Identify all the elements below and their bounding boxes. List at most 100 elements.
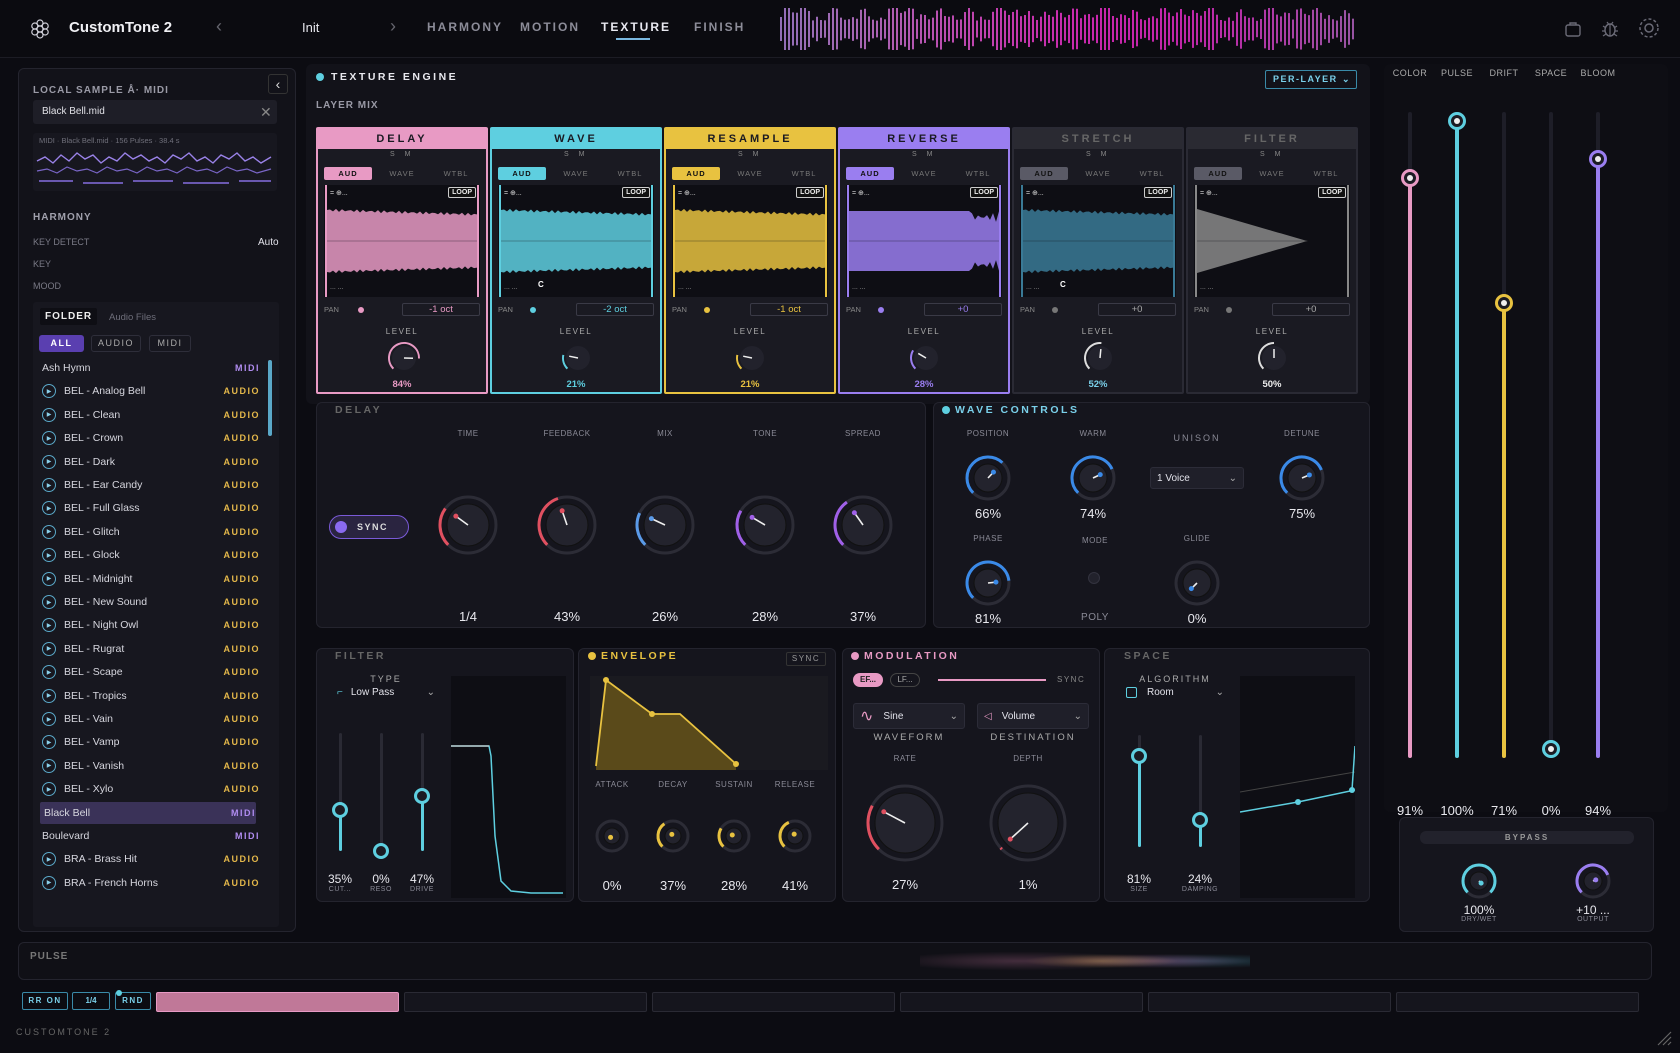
play-icon[interactable]: ▶ (42, 524, 56, 539)
destination-dropdown[interactable]: ◁ Volume ⌄ (977, 703, 1089, 729)
mode-wtbl[interactable]: WTBL (606, 167, 654, 180)
envelope-release-knob[interactable] (777, 818, 813, 854)
octave-field[interactable]: +0 (1272, 303, 1350, 316)
filter-slider-thumb[interactable] (373, 843, 389, 859)
warm-knob[interactable] (1069, 454, 1117, 502)
detune-knob[interactable] (1278, 454, 1326, 502)
tab-audio-files[interactable]: Audio Files (109, 312, 156, 323)
position-knob[interactable] (964, 454, 1012, 502)
play-icon[interactable]: ▶ (42, 688, 56, 703)
macro-pulse-thumb[interactable] (1448, 112, 1466, 130)
list-item[interactable]: ▶ BRA - French Horns AUDIO (42, 872, 260, 894)
mode-wtbl[interactable]: WTBL (780, 167, 828, 180)
level-knob[interactable] (735, 341, 769, 375)
list-item[interactable]: ▶ BEL - Glock AUDIO (42, 544, 260, 566)
macro-color-thumb[interactable] (1401, 168, 1419, 187)
layer-card-delay[interactable]: DELAY S M AUD WAVE WTBL = ⊕...... ... LOOP PAN -1… (316, 127, 488, 394)
macro-space-thumb[interactable] (1542, 740, 1560, 758)
envelope-attack-knob[interactable] (594, 818, 630, 854)
tab-harmony[interactable]: HARMONY (427, 20, 503, 34)
play-icon[interactable]: ▶ (42, 384, 56, 399)
play-icon[interactable]: ▶ (42, 875, 56, 890)
play-icon[interactable]: ▶ (42, 454, 56, 469)
list-item[interactable]: ▶ BEL - Dark AUDIO (42, 451, 260, 473)
mode-wave[interactable]: WAVE (1074, 167, 1122, 180)
play-icon[interactable]: ▶ (42, 548, 56, 563)
loop-button[interactable]: LOOP (1318, 187, 1346, 198)
list-item[interactable]: ▶ BEL - Glitch AUDIO (42, 521, 260, 543)
mode-wave[interactable]: WAVE (552, 167, 600, 180)
delay-mix-knob[interactable] (634, 494, 696, 556)
mute-button[interactable]: M (753, 151, 759, 158)
pan-dot[interactable] (530, 307, 536, 313)
play-icon[interactable]: ▶ (42, 782, 56, 797)
preset-name[interactable]: Init (302, 20, 319, 35)
list-item[interactable]: ▶ BEL - Xylo AUDIO (42, 778, 260, 800)
envelope-decay-knob[interactable] (655, 818, 691, 854)
mode-aud[interactable]: AUD (324, 167, 372, 180)
list-item[interactable]: ▶ BEL - New Sound AUDIO (42, 591, 260, 613)
pulse-step[interactable] (900, 992, 1143, 1012)
mode-aud[interactable]: AUD (846, 167, 894, 180)
octave-field[interactable]: -1 oct (402, 303, 480, 316)
pan-dot[interactable] (1226, 307, 1232, 313)
list-item[interactable]: Boulevard MIDI (42, 825, 260, 847)
resize-grip-icon[interactable] (1654, 1028, 1672, 1046)
tab-folder[interactable]: FOLDER (40, 308, 98, 325)
pan-dot[interactable] (878, 307, 884, 313)
solo-button[interactable]: S (912, 151, 917, 158)
list-item[interactable]: Ash Hymn MIDI (42, 357, 260, 379)
tab-texture[interactable]: TEXTURE (601, 20, 671, 34)
loop-button[interactable]: LOOP (970, 187, 998, 198)
level-knob[interactable] (387, 341, 421, 375)
mute-button[interactable]: M (405, 151, 411, 158)
mode-wtbl[interactable]: WTBL (1128, 167, 1176, 180)
mute-button[interactable]: M (1275, 151, 1281, 158)
macro-space-track[interactable] (1549, 112, 1553, 758)
delay-tone-knob[interactable] (734, 494, 796, 556)
mode-aud[interactable]: AUD (1020, 167, 1068, 180)
level-knob[interactable] (1083, 341, 1117, 375)
play-icon[interactable]: ▶ (42, 665, 56, 680)
play-icon[interactable]: ▶ (42, 852, 56, 867)
list-item[interactable]: ▶ BEL - Vamp AUDIO (42, 731, 260, 753)
pulse-step[interactable] (1148, 992, 1391, 1012)
filter-all[interactable]: ALL (39, 335, 84, 352)
mode-wave[interactable]: WAVE (1248, 167, 1296, 180)
filter-slider-thumb[interactable] (332, 801, 348, 818)
next-preset-button[interactable]: › (390, 16, 396, 37)
solo-button[interactable]: S (564, 151, 569, 158)
solo-button[interactable]: S (390, 151, 395, 158)
list-item[interactable]: ▶ BEL - Crown AUDIO (42, 427, 260, 449)
filter-slider-track[interactable] (380, 733, 383, 851)
play-icon[interactable]: ▶ (42, 712, 56, 726)
layer-card-resample[interactable]: RESAMPLE S M AUD WAVE WTBL = ⊕...... ... LOOP PA… (664, 127, 836, 394)
play-icon[interactable]: ▶ (42, 407, 56, 422)
loop-button[interactable]: LOOP (1144, 187, 1172, 198)
layer-card-wave[interactable]: WAVE S M AUD WAVE WTBL = ⊕...... ... LOOP C PAN -2… (490, 127, 662, 394)
pan-dot[interactable] (358, 307, 364, 313)
play-icon[interactable]: ▶ (42, 735, 56, 750)
mode-wave[interactable]: WAVE (378, 167, 426, 180)
list-item[interactable]: ▶ BEL - Vanish AUDIO (42, 755, 260, 777)
list-item[interactable]: ▶ BEL - Tropics AUDIO (42, 685, 260, 707)
pan-dot[interactable] (704, 307, 710, 313)
macro-drift-thumb[interactable] (1495, 294, 1513, 313)
list-item[interactable]: ▶ BEL - Rugrat AUDIO (42, 638, 260, 660)
sync-toggle[interactable]: SYNC (329, 515, 409, 539)
list-item[interactable]: ▶ BEL - Clean AUDIO (42, 404, 260, 426)
play-icon[interactable]: ▶ (42, 595, 56, 609)
layer-card-reverse[interactable]: REVERSE S M AUD WAVE WTBL = ⊕...... ... LOOP PAN… (838, 127, 1010, 394)
filter-slider-thumb[interactable] (414, 787, 430, 804)
delay-spread-knob[interactable] (832, 494, 894, 556)
mode-wtbl[interactable]: WTBL (432, 167, 480, 180)
level-knob[interactable] (1257, 341, 1291, 375)
play-icon[interactable]: ▶ (42, 478, 56, 492)
pan-dot[interactable] (1052, 307, 1058, 313)
mod-tab-ef[interactable]: EF... (853, 673, 883, 687)
list-item[interactable]: ▶ BEL - Ear Candy AUDIO (42, 474, 260, 496)
pulse-step[interactable] (1396, 992, 1639, 1012)
pulse-step[interactable] (404, 992, 647, 1012)
solo-button[interactable]: S (738, 151, 743, 158)
save-icon[interactable] (1560, 16, 1586, 42)
